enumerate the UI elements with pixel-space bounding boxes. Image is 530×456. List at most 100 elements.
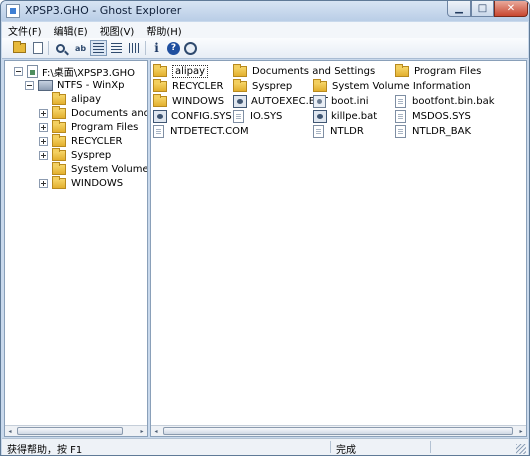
scroll-thumb[interactable] — [163, 427, 513, 435]
tree-item-label: System Volume Infc — [71, 164, 148, 175]
folder-icon — [153, 79, 167, 92]
list-item[interactable]: IO.SYS — [233, 109, 282, 124]
expand-icon[interactable] — [39, 109, 48, 118]
web-button[interactable] — [182, 40, 199, 56]
menu-file[interactable]: 文件(F) — [2, 23, 48, 38]
tree-root-row[interactable]: F:\桌面\XPSP3.GHO — [14, 64, 135, 79]
item-label: killpe.bat — [331, 111, 378, 122]
scroll-left-icon[interactable]: ◂ — [151, 427, 161, 436]
list-item[interactable]: bootfont.bin.bak — [395, 94, 495, 109]
list-item[interactable]: MSDOS.SYS — [395, 109, 471, 124]
status-state-text: 完成 — [336, 445, 356, 456]
folder-icon — [52, 162, 66, 175]
list-item[interactable]: Documents and Settings — [233, 64, 375, 79]
toolbar-separator — [145, 41, 146, 55]
expand-icon[interactable] — [39, 151, 48, 160]
item-label: NTLDR — [330, 126, 364, 137]
expand-icon[interactable] — [39, 137, 48, 146]
title-bar[interactable]: XPSP3.GHO - Ghost Explorer ▁ □ ✕ — [1, 1, 529, 21]
tree-root-label: F:\桌面\XPSP3.GHO — [42, 68, 136, 79]
batch-file-icon — [313, 110, 327, 123]
tree-item-label: WINDOWS — [71, 178, 124, 189]
list-item[interactable]: RECYCLER — [153, 79, 223, 94]
file-list[interactable]: alipay Documents and Settings Program Fi… — [150, 60, 527, 437]
web-icon — [184, 41, 197, 55]
small-icons-view-button[interactable]: ab — [72, 40, 89, 56]
item-label: Program Files — [414, 66, 482, 77]
status-help-text: 获得帮助，按 F1 — [7, 445, 83, 456]
list-item[interactable]: Program Files — [395, 64, 481, 79]
list-item[interactable]: System Volume Information — [313, 79, 471, 94]
list-item[interactable]: boot.ini — [313, 94, 369, 109]
list-item[interactable]: NTLDR_BAK — [395, 124, 471, 139]
minimize-button[interactable]: ▁ — [447, 1, 471, 17]
item-label: NTDETECT.COM — [170, 126, 249, 137]
folder-tree[interactable]: F:\桌面\XPSP3.GHO NTFS - WinXp alipay Docu… — [4, 60, 148, 437]
tree-item-label: RECYCLER — [71, 136, 123, 147]
tree-item-sysprep[interactable]: Sysprep — [39, 148, 111, 163]
resize-grip-icon[interactable] — [516, 444, 526, 454]
list-item[interactable]: NTDETECT.COM — [153, 124, 249, 139]
config-file-icon — [153, 110, 167, 123]
tree-item-label: alipay — [71, 94, 102, 105]
find-button[interactable] — [52, 40, 69, 56]
tree-item-alipay[interactable]: alipay — [39, 92, 101, 107]
tree-item-system-volume-information[interactable]: System Volume Infc — [39, 162, 148, 177]
list-view-button[interactable] — [90, 40, 107, 56]
list-item[interactable]: NTLDR — [313, 124, 364, 139]
extract-icon — [32, 42, 43, 54]
find-icon — [56, 43, 65, 53]
menu-edit[interactable]: 编辑(E) — [48, 23, 94, 38]
file-icon — [153, 125, 164, 138]
details-view-button[interactable] — [108, 40, 125, 56]
list-horizontal-scrollbar[interactable]: ◂ ▸ — [151, 425, 526, 436]
collapse-icon[interactable] — [25, 81, 34, 90]
collapse-icon[interactable] — [14, 67, 23, 76]
status-divider — [430, 441, 431, 453]
settings-file-icon — [313, 95, 326, 108]
tree-item-label: Sysprep — [71, 150, 112, 161]
list-item[interactable]: alipay — [153, 64, 209, 79]
list-view-icon — [93, 43, 104, 53]
tree-volume-label: NTFS - WinXp — [57, 80, 125, 91]
folder-icon — [52, 176, 66, 189]
menu-view[interactable]: 视图(V) — [94, 23, 141, 38]
folder-icon — [233, 79, 247, 92]
tree-item-program-files[interactable]: Program Files — [39, 120, 138, 135]
expand-icon[interactable] — [39, 179, 48, 188]
list-item[interactable]: Sysprep — [233, 79, 292, 94]
scroll-thumb[interactable] — [17, 427, 123, 435]
list-item[interactable]: WINDOWS — [153, 94, 224, 109]
scroll-right-icon[interactable]: ▸ — [137, 427, 147, 436]
columns-view-icon — [129, 43, 140, 53]
tree-item-windows[interactable]: WINDOWS — [39, 176, 123, 191]
item-label: NTLDR_BAK — [412, 126, 472, 137]
expand-icon[interactable] — [39, 123, 48, 132]
ghost-image-icon — [27, 65, 38, 78]
extract-button[interactable] — [29, 40, 46, 56]
folder-icon — [313, 79, 327, 92]
folder-icon — [395, 64, 409, 77]
scroll-right-icon[interactable]: ▸ — [516, 427, 526, 436]
open-icon — [13, 41, 26, 53]
tree-item-documents-and-settings[interactable]: Documents and Sett — [39, 106, 147, 121]
help-button[interactable]: ? — [165, 40, 182, 56]
list-item[interactable]: killpe.bat — [313, 109, 377, 124]
tree-horizontal-scrollbar[interactable]: ◂ ▸ — [5, 425, 147, 436]
toolbar: ab i ? — [2, 38, 528, 59]
status-bar: 获得帮助，按 F1 完成 — [2, 438, 528, 455]
menu-bar: 文件(F) 编辑(E) 视图(V) 帮助(H) — [2, 22, 528, 38]
menu-help[interactable]: 帮助(H) — [140, 23, 187, 38]
details-view-icon — [111, 43, 122, 53]
tree-item-recycler[interactable]: RECYCLER — [39, 134, 122, 149]
folder-icon — [52, 120, 66, 133]
properties-button[interactable]: i — [148, 40, 165, 56]
columns-view-button[interactable] — [126, 40, 143, 56]
close-button[interactable]: ✕ — [494, 1, 528, 17]
scroll-left-icon[interactable]: ◂ — [5, 427, 15, 436]
item-label: boot.ini — [331, 96, 369, 107]
open-button[interactable] — [11, 40, 28, 56]
maximize-button[interactable]: □ — [471, 1, 494, 17]
tree-volume-row[interactable]: NTFS - WinXp — [25, 78, 124, 93]
list-item[interactable]: CONFIG.SYS — [153, 109, 232, 124]
